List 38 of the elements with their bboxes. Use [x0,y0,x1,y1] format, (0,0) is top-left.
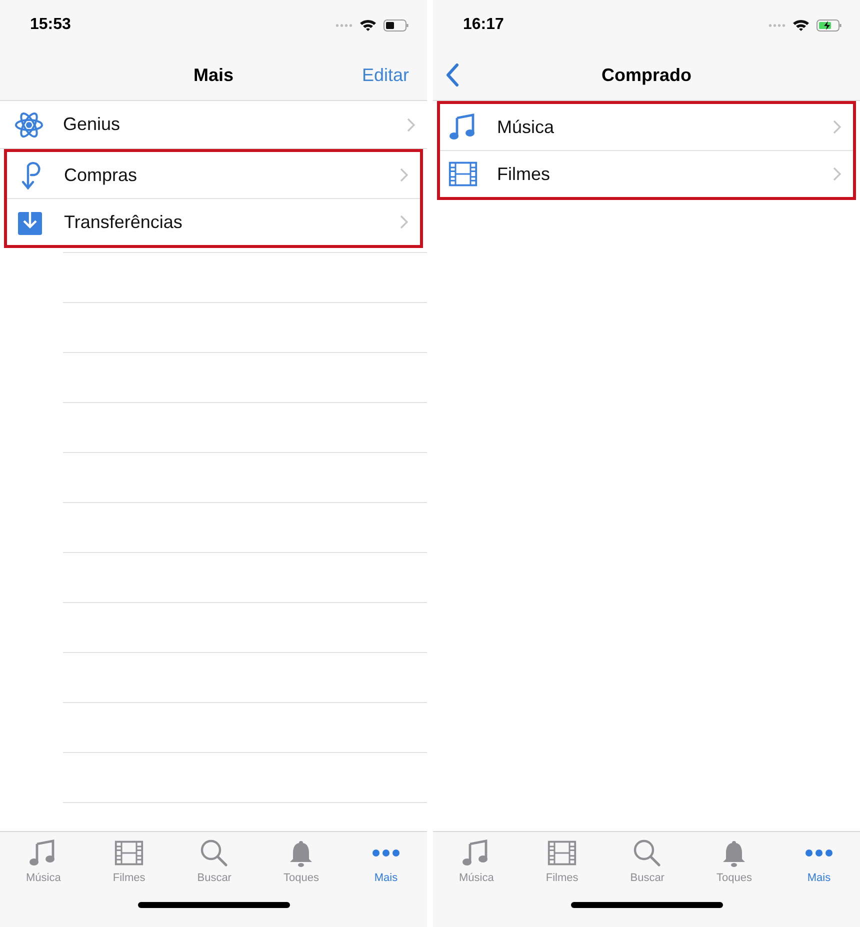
search-icon [632,838,662,868]
film-icon [547,838,578,868]
chevron-icon [400,168,408,182]
list-item[interactable]: Compras [7,152,420,199]
list-item[interactable]: Genius [0,101,427,149]
tab[interactable]: Música [455,838,498,884]
atom-icon [14,110,44,140]
search-icon [199,838,230,868]
chevron-icon [833,167,841,181]
back-icon [445,63,459,87]
nav-title: Comprado [600,64,692,86]
chevron-icon [407,118,415,132]
chevron-icon [833,120,841,134]
film-icon [448,159,478,189]
chevron-icon [400,215,408,229]
nav-title: Mais [192,64,235,86]
list-item[interactable]: Filmes [440,151,853,197]
edit-button[interactable]: Editar [362,64,409,86]
tab[interactable]: Música [22,838,65,884]
tab[interactable]: Toques [712,838,756,884]
tab[interactable]: Buscar [626,838,668,884]
tab[interactable]: Filmes [542,838,582,884]
status-time: 16:17 [463,16,504,34]
more-icon [370,849,401,857]
wifi-icon [792,18,810,32]
signal-icon [335,22,353,28]
tab[interactable]: Filmes [108,838,150,884]
more-icon [804,849,834,857]
film-icon [114,838,144,868]
tab[interactable]: Mais [366,838,405,884]
signal-icon [768,22,786,28]
tab[interactable]: Buscar [193,838,236,884]
tab[interactable]: Toques [279,838,323,884]
list-item[interactable]: Transferências [7,199,420,245]
tab[interactable]: Mais [800,838,838,884]
wifi-icon [359,18,377,32]
list-item[interactable]: Música [440,104,853,151]
status-time: 15:53 [30,16,71,34]
